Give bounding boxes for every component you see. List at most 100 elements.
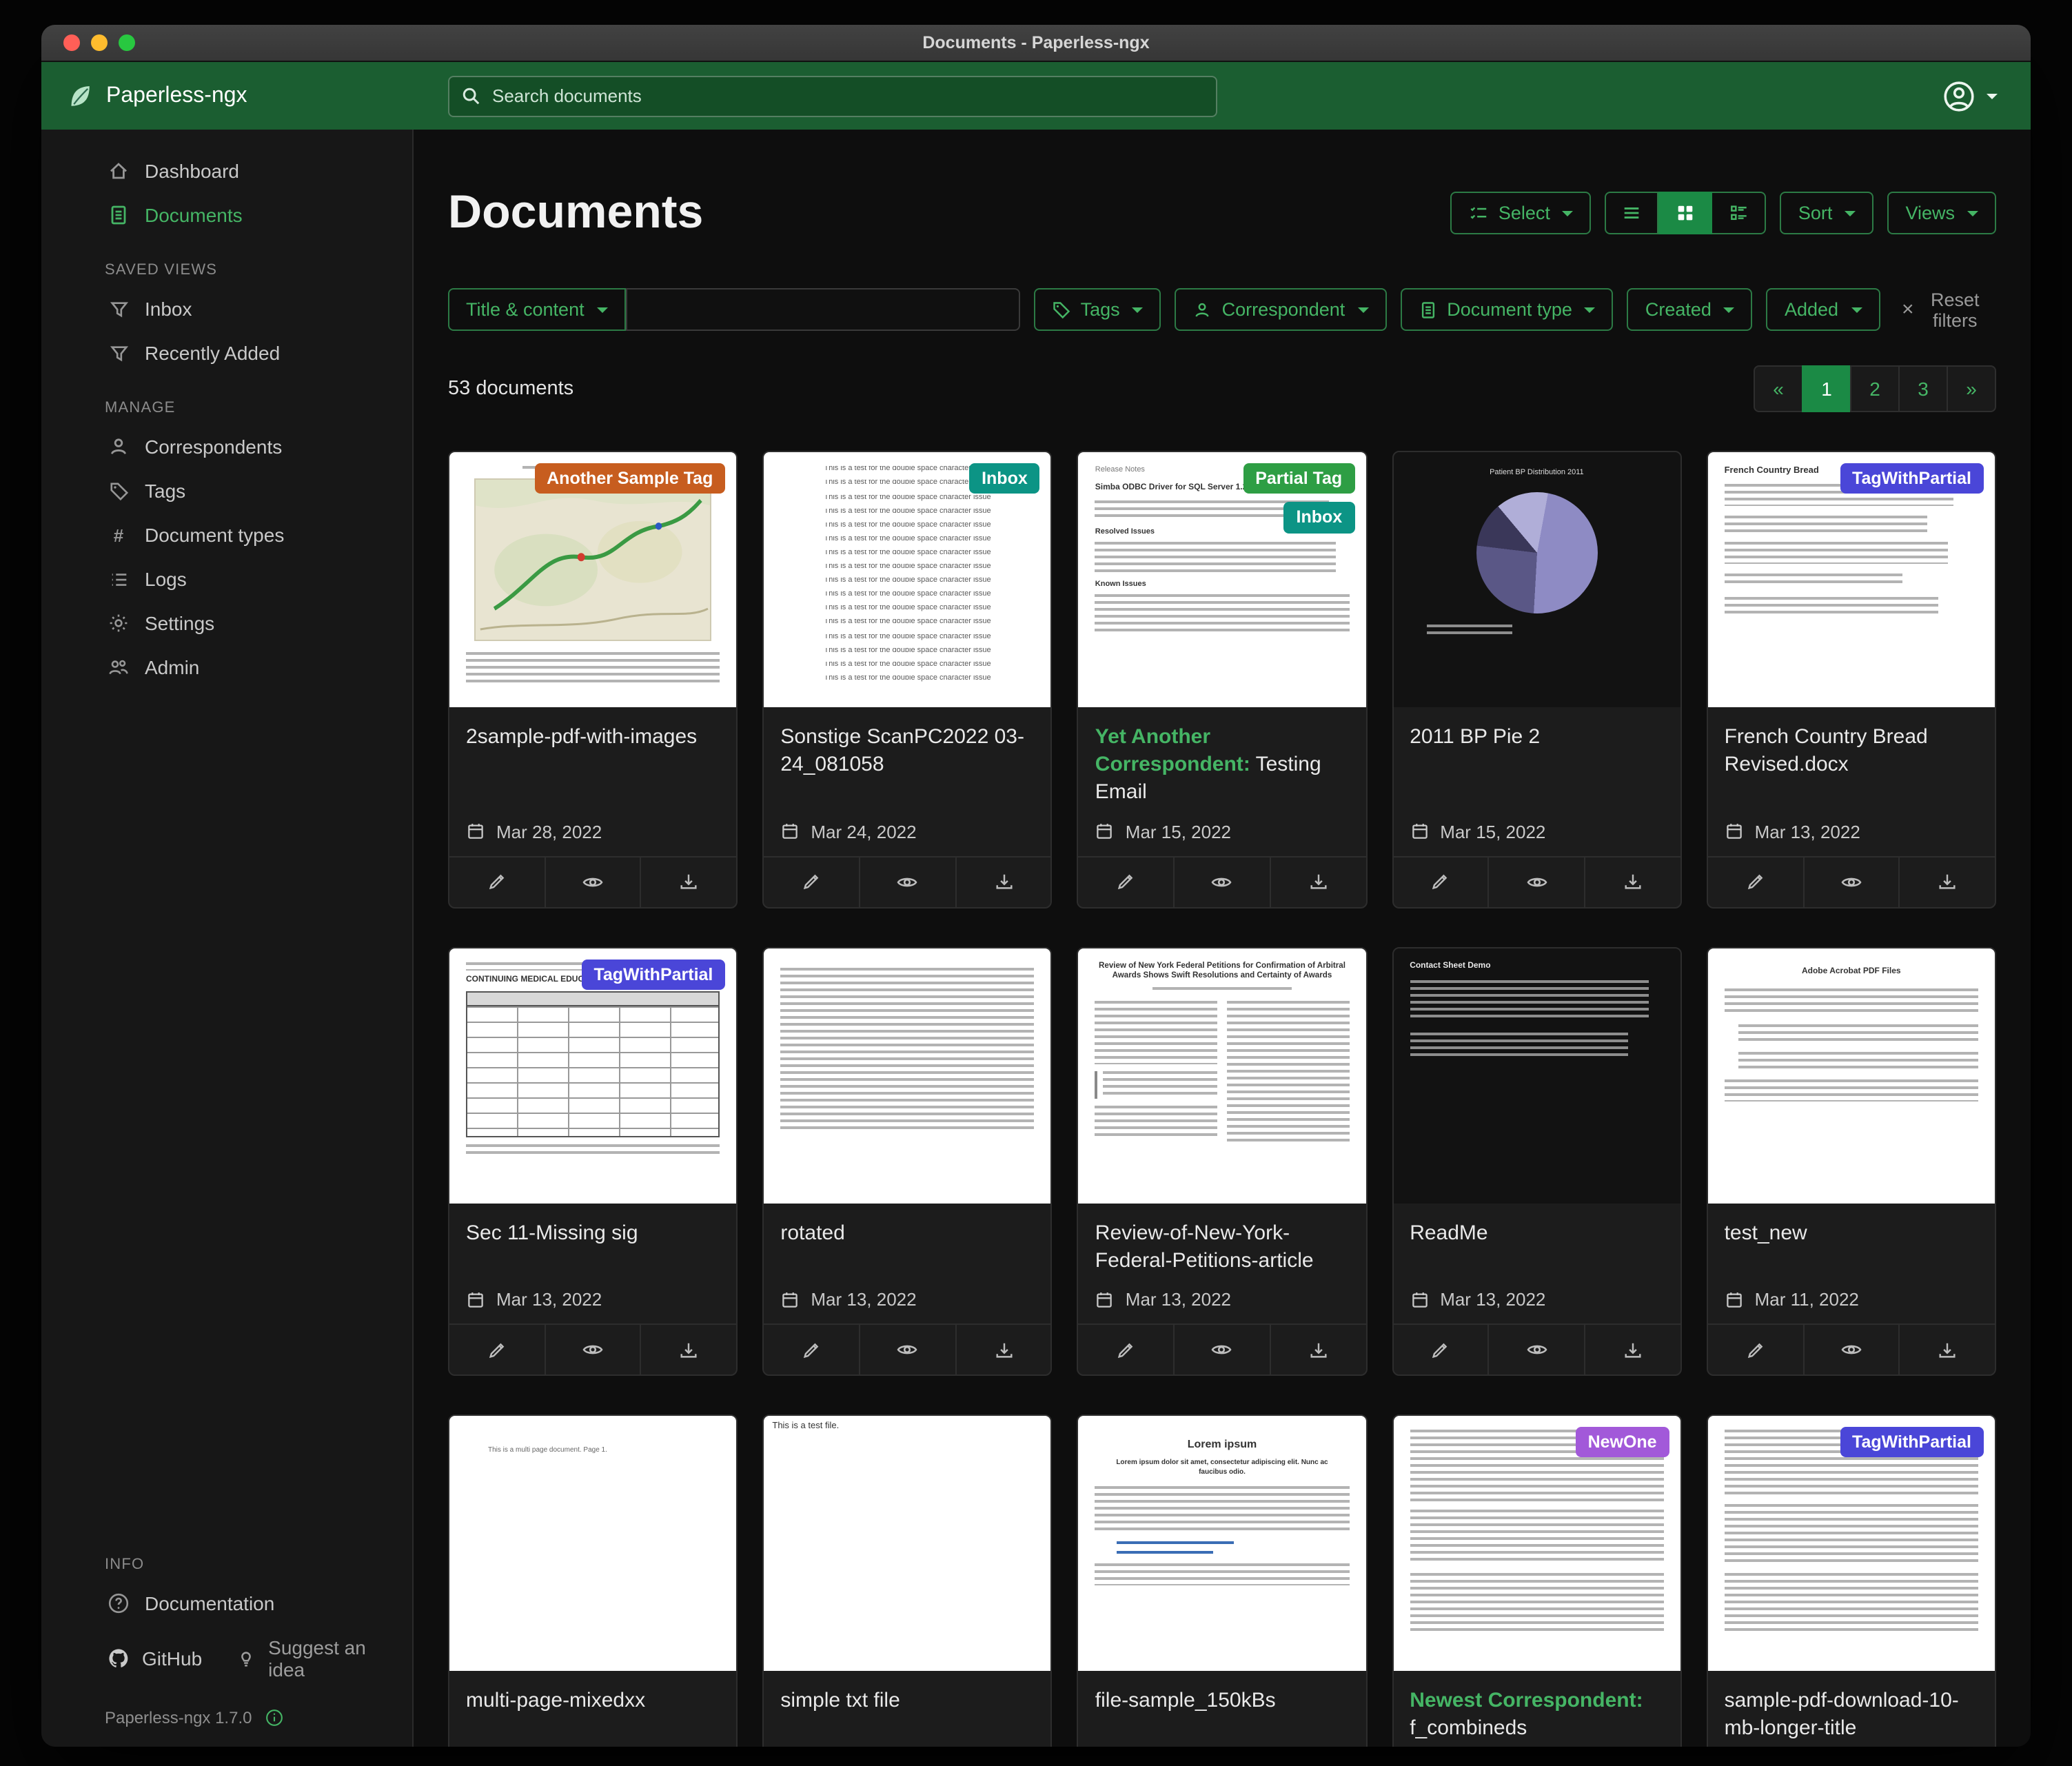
edit-button[interactable] [1393, 857, 1487, 906]
document-card[interactable]: Another Sample Tag 2sample-pdf-with-imag… [448, 451, 738, 909]
detail-view-button[interactable] [1713, 192, 1767, 234]
title-content-filter-button[interactable]: Title & content [448, 289, 626, 332]
document-thumbnail[interactable] [764, 948, 1050, 1203]
document-thumbnail[interactable]: This is a test for the double space char… [764, 452, 1050, 707]
sidebar-item-suggest-idea[interactable]: Suggest an idea [235, 1636, 396, 1681]
document-card[interactable]: NewOne Newest Correspondent f_combineds [1392, 1414, 1681, 1747]
document-title[interactable]: sample-pdf-download-10-mb-longer-title [1725, 1687, 1978, 1743]
document-card[interactable]: This is a multi page document. Page 1. m… [448, 1414, 738, 1747]
sidebar-item-recently-added[interactable]: Recently Added [41, 331, 412, 375]
download-button[interactable] [1584, 857, 1680, 906]
added-filter-button[interactable]: Added [1767, 289, 1880, 332]
sidebar-item-settings[interactable]: Settings [41, 601, 412, 645]
brand[interactable]: Paperless-ngx [66, 82, 448, 110]
sidebar-item-correspondents[interactable]: Correspondents [41, 425, 412, 469]
edit-button[interactable] [764, 1325, 858, 1374]
document-title[interactable]: Sec 11-Missing sig [466, 1219, 720, 1248]
edit-button[interactable] [449, 1325, 544, 1374]
sidebar-item-tags[interactable]: Tags [41, 469, 412, 513]
view-button[interactable] [544, 1325, 640, 1374]
minimize-window-button[interactable] [91, 34, 108, 51]
view-button[interactable] [1802, 857, 1898, 906]
download-button[interactable] [1270, 1325, 1365, 1374]
document-title[interactable]: simple txt file [780, 1687, 1034, 1716]
document-title[interactable]: French Country Bread Revised.docx [1725, 724, 1978, 780]
document-card[interactable]: French Country Bread TagWithPartial Fren… [1707, 451, 1996, 909]
edit-button[interactable] [1708, 857, 1802, 906]
edit-button[interactable] [449, 857, 544, 906]
document-type-filter-button[interactable]: Document type [1400, 289, 1614, 332]
document-thumbnail[interactable]: French Country Bread TagWithPartial [1708, 452, 1995, 707]
document-title[interactable]: ReadMe [1410, 1219, 1663, 1248]
view-button[interactable] [859, 1325, 955, 1374]
sidebar-item-documentation[interactable]: Documentation [41, 1581, 412, 1625]
grid-view-button[interactable] [1659, 192, 1713, 234]
view-button[interactable] [1173, 1325, 1269, 1374]
document-title[interactable]: 2011 BP Pie 2 [1410, 724, 1663, 752]
tag-badge[interactable]: Partial Tag [1243, 463, 1354, 494]
document-card[interactable]: Release Notes Simba ODBC Driver for SQL … [1077, 451, 1367, 909]
view-button[interactable] [1488, 857, 1584, 906]
document-title[interactable]: file-sample_150kBs [1095, 1687, 1349, 1716]
info-icon[interactable] [264, 1708, 283, 1727]
document-card[interactable]: Lorem ipsum Lorem ipsum dolor sit amet, … [1077, 1414, 1367, 1747]
tag-badge[interactable]: TagWithPartial [1840, 463, 1984, 494]
tag-badge[interactable]: TagWithPartial [1840, 1427, 1984, 1458]
tag-badge[interactable]: TagWithPartial [581, 959, 725, 990]
sidebar-item-github[interactable]: GitHub [108, 1647, 202, 1669]
pagination-page-2[interactable]: 2 [1850, 365, 1900, 412]
document-thumbnail[interactable]: Release Notes Simba ODBC Driver for SQL … [1079, 452, 1365, 707]
sort-button[interactable]: Sort [1780, 192, 1874, 234]
download-button[interactable] [955, 1325, 1050, 1374]
document-thumbnail[interactable]: Lorem ipsum Lorem ipsum dolor sit amet, … [1079, 1416, 1365, 1671]
document-thumbnail[interactable]: Another Sample Tag [449, 452, 736, 707]
download-button[interactable] [1899, 1325, 1995, 1374]
view-button[interactable] [544, 857, 640, 906]
document-title[interactable]: 2sample-pdf-with-images [466, 724, 720, 752]
pagination-next-button[interactable]: » [1947, 365, 1996, 412]
download-button[interactable] [1899, 857, 1995, 906]
document-title[interactable]: Newest Correspondent f_combineds [1410, 1687, 1663, 1743]
document-card[interactable]: CONTINUING MEDICAL EDUCA TagWithPartial … [448, 946, 738, 1376]
edit-button[interactable] [1708, 1325, 1802, 1374]
view-button[interactable] [859, 857, 955, 906]
edit-button[interactable] [1079, 857, 1173, 906]
search-input[interactable] [448, 75, 1217, 116]
edit-button[interactable] [1393, 1325, 1487, 1374]
pagination-page-1[interactable]: 1 [1802, 365, 1851, 412]
download-button[interactable] [1270, 857, 1365, 906]
tag-badge[interactable]: NewOne [1576, 1427, 1669, 1458]
document-thumbnail[interactable]: Contact Sheet Demo [1393, 948, 1680, 1203]
document-card[interactable]: Adobe Acrobat PDF Files test_new Mar 11,… [1707, 946, 1996, 1376]
edit-button[interactable] [764, 857, 858, 906]
document-card[interactable]: rotated Mar 13, 2022 [762, 946, 1052, 1376]
document-title[interactable]: test_new [1725, 1219, 1978, 1248]
document-card[interactable]: Patient BP Distribution 2011 2011 BP Pie… [1392, 451, 1681, 909]
document-thumbnail[interactable]: Patient BP Distribution 2011 [1393, 452, 1680, 707]
zoom-window-button[interactable] [119, 34, 135, 51]
title-content-filter-input[interactable] [626, 289, 1020, 332]
download-button[interactable] [640, 857, 736, 906]
document-title[interactable]: Sonstige ScanPC2022 03-24_081058 [780, 724, 1034, 780]
document-thumbnail[interactable]: NewOne [1393, 1416, 1680, 1671]
tag-badge[interactable]: Inbox [1284, 502, 1355, 533]
select-button[interactable]: Select [1450, 192, 1592, 234]
document-thumbnail[interactable]: This is a test file. [764, 1416, 1050, 1671]
download-button[interactable] [640, 1325, 736, 1374]
document-thumbnail[interactable]: Review of New York Federal Petitions for… [1079, 948, 1365, 1203]
sidebar-item-dashboard[interactable]: Dashboard [41, 149, 412, 193]
close-window-button[interactable] [63, 34, 80, 51]
download-button[interactable] [1584, 1325, 1680, 1374]
download-button[interactable] [955, 857, 1050, 906]
pagination-prev-button[interactable]: « [1754, 365, 1803, 412]
tag-badge[interactable]: Another Sample Tag [534, 463, 725, 494]
document-thumbnail[interactable]: TagWithPartial [1708, 1416, 1995, 1671]
document-thumbnail[interactable]: This is a multi page document. Page 1. [449, 1416, 736, 1671]
document-card[interactable]: Contact Sheet Demo ReadMe Mar 13, 2022 [1392, 946, 1681, 1376]
sidebar-item-inbox[interactable]: Inbox [41, 287, 412, 331]
correspondent-filter-button[interactable]: Correspondent [1175, 289, 1387, 332]
document-card[interactable]: This is a test for the double space char… [762, 451, 1052, 909]
account-menu-button[interactable] [1934, 78, 2006, 114]
document-card[interactable]: Review of New York Federal Petitions for… [1077, 946, 1367, 1376]
list-view-button[interactable] [1605, 192, 1659, 234]
